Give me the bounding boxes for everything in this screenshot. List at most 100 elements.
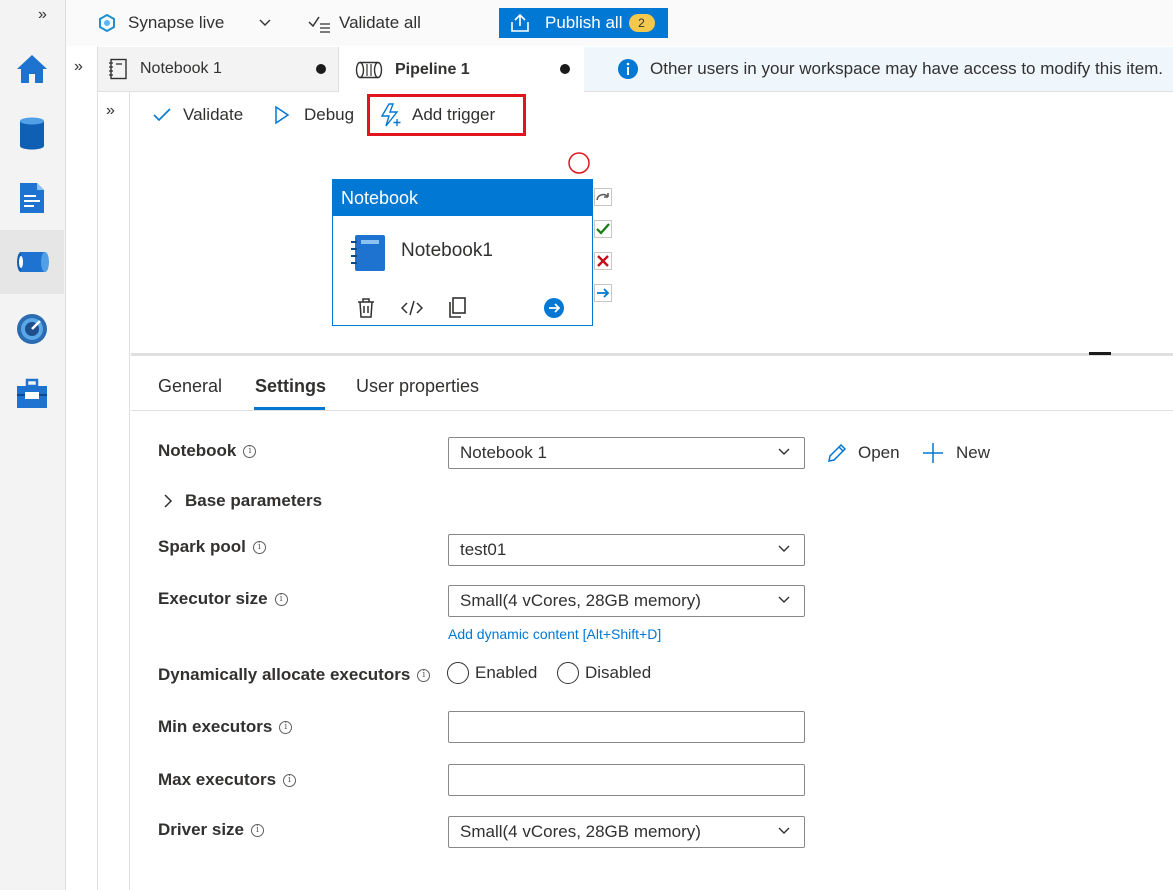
pipeline-icon <box>355 61 383 78</box>
debug-label: Debug <box>304 105 355 124</box>
disabled-radio[interactable]: Disabled <box>557 662 651 684</box>
min-executors-label: Min executors <box>158 717 273 736</box>
trigger-icon <box>380 103 401 127</box>
info-icon[interactable]: i <box>251 823 264 837</box>
unsaved-dot <box>560 64 570 74</box>
publish-all-label: Publish all <box>545 13 623 32</box>
chevron-down-icon <box>778 545 790 552</box>
publish-all-button[interactable]: Publish all 2 <box>499 8 668 38</box>
dynamic-alloc-label: Dynamically allocate executors <box>158 665 411 684</box>
arrow-right-circle-icon[interactable] <box>543 297 565 319</box>
info-icon[interactable]: i <box>283 773 297 787</box>
validate-all-button[interactable]: Validate all <box>308 9 421 37</box>
monitor-icon[interactable] <box>0 297 64 361</box>
driver-size-select[interactable]: Small(4 vCores, 28GB memory) <box>448 816 805 848</box>
integrate-icon[interactable] <box>0 230 64 294</box>
notebook-label: Notebook <box>158 441 237 460</box>
chevron-down-icon <box>259 19 271 26</box>
manage-icon[interactable] <box>0 362 64 426</box>
active-tab-indicator <box>254 407 325 410</box>
workspace-selector[interactable]: Synapse live <box>98 9 272 37</box>
driver-size-label-row: Driver size i <box>158 820 264 840</box>
left-rail: » <box>0 0 66 890</box>
activity-type: Notebook <box>333 180 592 216</box>
home-icon[interactable] <box>0 37 64 101</box>
chevron-down-icon <box>778 596 790 603</box>
activity-name: Notebook1 <box>401 240 493 261</box>
driver-size-value: Small(4 vCores, 28GB memory) <box>460 822 701 841</box>
expand-rail-button[interactable]: » <box>38 6 47 24</box>
chevron-down-icon <box>778 448 790 455</box>
data-icon[interactable] <box>0 101 64 165</box>
max-executors-input[interactable] <box>448 764 805 796</box>
notebook-icon <box>109 58 127 80</box>
tab-general[interactable]: General <box>158 376 222 397</box>
expand-explorer-button[interactable]: » <box>74 58 83 76</box>
expand-activities-button[interactable]: » <box>106 102 115 120</box>
radio-circle <box>447 662 469 684</box>
info-icon[interactable]: i <box>274 592 288 606</box>
add-dynamic-content-link[interactable]: Add dynamic content [Alt+Shift+D] <box>448 626 661 642</box>
play-icon <box>275 105 290 125</box>
enabled-label: Enabled <box>475 663 538 682</box>
open-label: Open <box>858 443 900 462</box>
success-port-icon[interactable] <box>594 220 612 238</box>
plus-icon <box>923 443 943 463</box>
spark-pool-label-row: Spark pool i <box>158 537 266 557</box>
debug-button[interactable]: Debug <box>274 100 354 130</box>
tab-notebook-1[interactable]: Notebook 1 <box>98 47 339 92</box>
top-toolbar: Synapse live Validate all Publish all 2 <box>66 0 1173 46</box>
info-icon[interactable]: i <box>243 444 257 458</box>
executor-size-select[interactable]: Small(4 vCores, 28GB memory) <box>448 585 805 617</box>
executor-size-label-row: Executor size i <box>158 589 288 609</box>
delete-icon[interactable] <box>356 297 376 319</box>
chevron-down-icon <box>778 827 790 834</box>
canvas-panel-divider <box>131 353 1173 356</box>
tab-pipeline-label: Pipeline 1 <box>395 60 470 78</box>
tab-pipeline-1[interactable]: Pipeline 1 <box>339 47 584 92</box>
tab-divider <box>131 410 1173 411</box>
chevron-right-icon <box>164 494 173 508</box>
info-banner: Other users in your workspace may have a… <box>584 47 1173 92</box>
info-icon[interactable]: i <box>252 540 266 554</box>
notebook-label-row: Notebook i <box>158 441 257 461</box>
skip-port-icon[interactable] <box>594 188 612 206</box>
base-parameters-label: Base parameters <box>185 491 323 510</box>
code-icon[interactable] <box>401 299 423 317</box>
tab-notebook-label: Notebook 1 <box>140 60 222 77</box>
activities-collapsed-strip: » <box>98 92 130 890</box>
tab-settings[interactable]: Settings <box>255 376 326 397</box>
resize-handle[interactable] <box>1089 352 1111 355</box>
info-icon[interactable]: i <box>417 668 431 682</box>
enabled-radio[interactable]: Enabled <box>447 662 537 684</box>
validate-button[interactable]: Validate <box>153 100 243 130</box>
develop-icon[interactable] <box>0 166 64 230</box>
pipeline-canvas[interactable] <box>131 137 1173 353</box>
completion-port-icon[interactable] <box>594 284 612 302</box>
info-message: Other users in your workspace may have a… <box>650 59 1164 78</box>
base-parameters-toggle[interactable]: Base parameters <box>163 491 322 511</box>
explorer-collapsed-strip: » <box>66 46 98 890</box>
min-executors-input[interactable] <box>448 711 805 743</box>
tab-user-properties[interactable]: User properties <box>356 376 479 397</box>
notebook-activity-icon <box>351 235 385 271</box>
checkmark-icon <box>153 108 171 122</box>
max-executors-label: Max executors <box>158 770 277 789</box>
clone-icon[interactable] <box>447 297 467 319</box>
notebook-select[interactable]: Notebook 1 <box>448 437 805 469</box>
new-notebook-button[interactable]: New <box>922 442 990 464</box>
info-icon[interactable]: i <box>279 720 293 734</box>
driver-size-label: Driver size <box>158 820 244 839</box>
publish-icon <box>511 13 529 32</box>
add-trigger-button[interactable]: Add trigger <box>379 100 495 130</box>
spark-pool-select[interactable]: test01 <box>448 534 805 566</box>
dynamic-alloc-label-row: Dynamically allocate executors i <box>158 665 431 685</box>
spark-pool-value: test01 <box>460 540 507 559</box>
info-icon <box>618 59 638 79</box>
notebook-activity[interactable]: Notebook Notebook1 <box>332 179 593 326</box>
open-notebook-button[interactable]: Open <box>826 442 900 464</box>
unsaved-dot <box>316 64 326 74</box>
new-label: New <box>956 443 991 462</box>
radio-circle <box>557 662 579 684</box>
failure-port-icon[interactable] <box>594 252 612 270</box>
